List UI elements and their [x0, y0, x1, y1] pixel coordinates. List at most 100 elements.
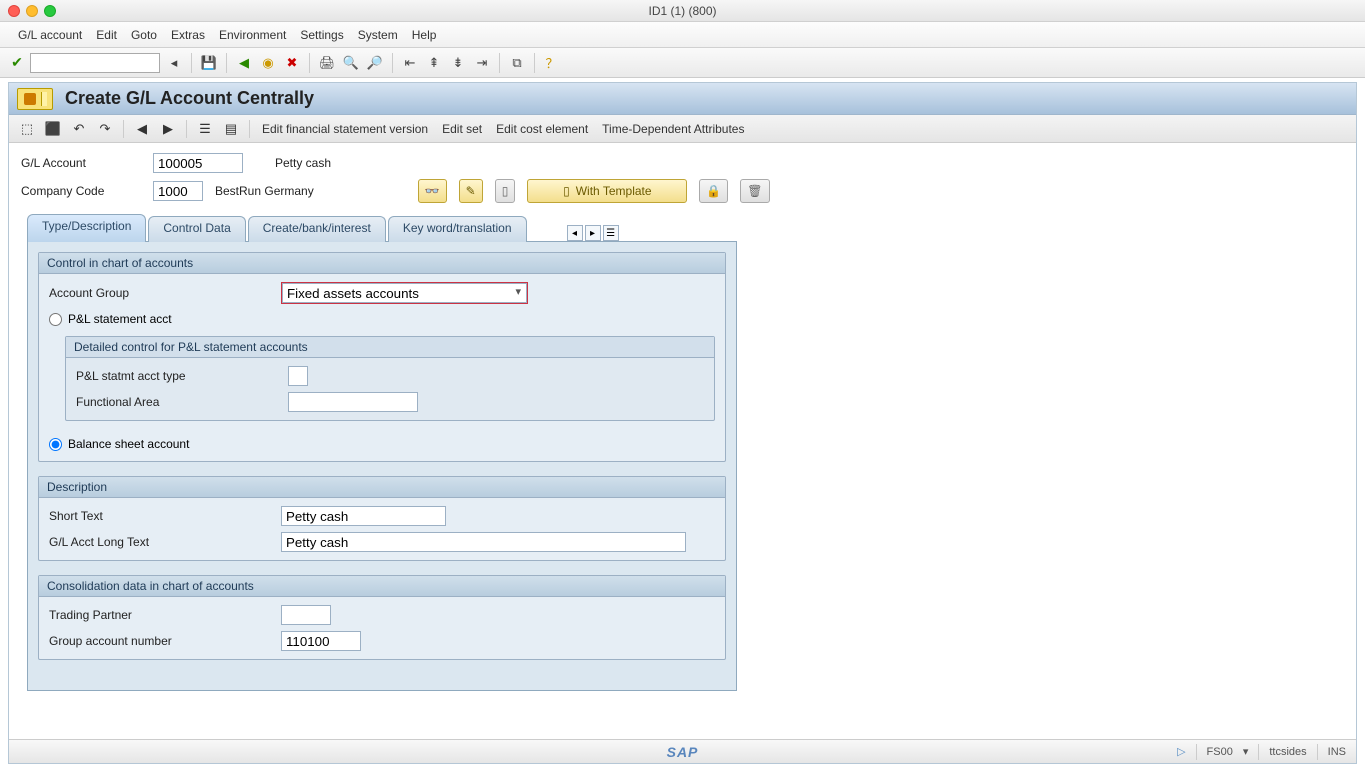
pl-statement-radio[interactable] [49, 313, 62, 326]
group-control-chart-title: Control in chart of accounts [39, 253, 725, 274]
save-icon[interactable]: 💾 [199, 53, 219, 73]
menu-extras[interactable]: Extras [171, 28, 205, 42]
cancel-icon[interactable]: ✖ [282, 53, 302, 73]
account-group-select[interactable]: Fixed assets accounts [282, 283, 527, 303]
balance-sheet-label: Balance sheet account [68, 437, 189, 451]
new-session-icon[interactable]: ⧉ [507, 53, 527, 73]
tab-list-icon[interactable]: ☰ [603, 225, 619, 241]
back-icon[interactable]: ◀ [234, 53, 254, 73]
group-consolidation-title: Consolidation data in chart of accounts [39, 576, 725, 597]
company-code-input[interactable] [153, 181, 203, 201]
tab-scroll-left-icon[interactable]: ◂ [567, 225, 583, 241]
find-next-icon[interactable]: 🔎 [365, 53, 385, 73]
time-dependent-link[interactable]: Time-Dependent Attributes [598, 120, 748, 138]
prev-page-icon[interactable]: ⇞ [424, 53, 444, 73]
enter-icon[interactable]: ✔ [8, 54, 26, 72]
standard-toolbar: ✔ ◂ 💾 ◀ ◉ ✖ 🖨 🔍 🔎 ⇤ ⇞ ⇟ ⇥ ⧉ ？ [0, 48, 1365, 78]
delete-button[interactable]: 🗑 [740, 179, 769, 203]
pl-type-input [288, 366, 308, 386]
group-consolidation: Consolidation data in chart of accounts … [38, 575, 726, 660]
menu-goto[interactable]: Goto [131, 28, 157, 42]
undo-icon[interactable]: ↶ [69, 119, 89, 139]
transaction-badge-icon [17, 88, 53, 110]
hierarchy-icon[interactable]: ☰ [195, 119, 215, 139]
redo-icon[interactable]: ↷ [95, 119, 115, 139]
tab-create-bank-interest[interactable]: Create/bank/interest [248, 216, 386, 242]
account-group-label: Account Group [49, 286, 269, 300]
edit-fsv-link[interactable]: Edit financial statement version [258, 120, 432, 138]
gl-account-label: G/L Account [21, 156, 141, 170]
group-description-title: Description [39, 477, 725, 498]
menu-gl-account[interactable]: G/L account [18, 28, 82, 42]
exit-icon[interactable]: ◉ [258, 53, 278, 73]
long-text-input[interactable] [281, 532, 686, 552]
create-icon[interactable]: ⬚ [17, 119, 37, 139]
long-text-label: G/L Acct Long Text [49, 535, 269, 549]
tabstrip: Type/Description Control Data Create/ban… [27, 213, 1348, 241]
lock-button[interactable]: 🔒 [699, 179, 728, 203]
group-control-chart: Control in chart of accounts Account Gro… [38, 252, 726, 462]
menu-settings[interactable]: Settings [300, 28, 343, 42]
transaction-area: Create G/L Account Centrally ⬚ ⬛ ↶ ↷ ◀ ▶… [8, 82, 1357, 764]
group-account-label: Group account number [49, 634, 269, 648]
edit-cost-element-link[interactable]: Edit cost element [492, 120, 592, 138]
next-record-icon[interactable]: ▶ [158, 119, 178, 139]
print-icon[interactable]: 🖨 [317, 53, 337, 73]
dropdown-icon[interactable]: ◂ [164, 53, 184, 73]
last-page-icon[interactable]: ⇥ [472, 53, 492, 73]
short-text-input[interactable] [281, 506, 446, 526]
menu-environment[interactable]: Environment [219, 28, 286, 42]
gl-account-desc: Petty cash [275, 156, 331, 170]
prev-record-icon[interactable]: ◀ [132, 119, 152, 139]
tab-panel: Control in chart of accounts Account Gro… [27, 241, 737, 691]
short-text-label: Short Text [49, 509, 269, 523]
next-page-icon[interactable]: ⇟ [448, 53, 468, 73]
help-icon[interactable]: ？ [542, 53, 562, 73]
tab-control-data[interactable]: Control Data [148, 216, 245, 242]
header-fields: G/L Account Petty cash Company Code Best… [9, 143, 1356, 209]
trading-partner-label: Trading Partner [49, 608, 269, 622]
company-code-label: Company Code [21, 184, 141, 198]
tab-type-description[interactable]: Type/Description [27, 214, 146, 242]
menu-edit[interactable]: Edit [96, 28, 117, 42]
transaction-title-bar: Create G/L Account Centrally [9, 83, 1356, 115]
balance-sheet-radio[interactable] [49, 438, 62, 451]
group-description: Description Short Text G/L Acct Long Tex… [38, 476, 726, 561]
edit-set-link[interactable]: Edit set [438, 120, 486, 138]
menubar: G/L account Edit Goto Extras Environment… [0, 22, 1365, 48]
document-button[interactable]: ▯ [495, 179, 516, 203]
with-template-label: With Template [576, 184, 652, 198]
company-code-desc: BestRun Germany [215, 184, 314, 198]
with-template-button[interactable]: ▯ With Template [527, 179, 687, 203]
menu-help[interactable]: Help [412, 28, 437, 42]
status-arrow-icon[interactable]: ▷ [1177, 745, 1185, 758]
tab-scroll-right-icon[interactable]: ▸ [585, 225, 601, 241]
trading-partner-input[interactable] [281, 605, 331, 625]
status-tcode: FS00 [1207, 746, 1233, 758]
status-dropdown-icon[interactable]: ▾ [1243, 745, 1249, 758]
tab-key-word-translation[interactable]: Key word/translation [388, 216, 527, 242]
command-field[interactable] [30, 53, 160, 73]
status-mode: INS [1328, 746, 1346, 758]
list-icon[interactable]: ▤ [221, 119, 241, 139]
subgroup-pl-detail: Detailed control for P&L statement accou… [65, 336, 715, 421]
menu-system[interactable]: System [358, 28, 398, 42]
subgroup-pl-detail-title: Detailed control for P&L statement accou… [66, 337, 714, 358]
window-title: ID1 (1) (800) [0, 4, 1365, 18]
first-page-icon[interactable]: ⇤ [400, 53, 420, 73]
gl-account-input[interactable] [153, 153, 243, 173]
display-button[interactable]: 👓 [418, 179, 447, 203]
change-icon[interactable]: ⬛ [43, 119, 63, 139]
group-account-input[interactable] [281, 631, 361, 651]
functional-area-label: Functional Area [76, 395, 276, 409]
template-icon: ▯ [563, 184, 570, 198]
application-toolbar: ⬚ ⬛ ↶ ↷ ◀ ▶ ☰ ▤ Edit financial statement… [9, 115, 1356, 143]
functional-area-input [288, 392, 418, 412]
mac-titlebar: ID1 (1) (800) [0, 0, 1365, 22]
find-icon[interactable]: 🔍 [341, 53, 361, 73]
pl-type-label: P&L statmt acct type [76, 369, 276, 383]
page-title: Create G/L Account Centrally [65, 88, 314, 109]
statusbar: SAP ▷ FS00 ▾ ttcsides INS [9, 739, 1356, 763]
pl-statement-label: P&L statement acct [68, 312, 172, 326]
edit-button[interactable]: ✎ [459, 179, 483, 203]
